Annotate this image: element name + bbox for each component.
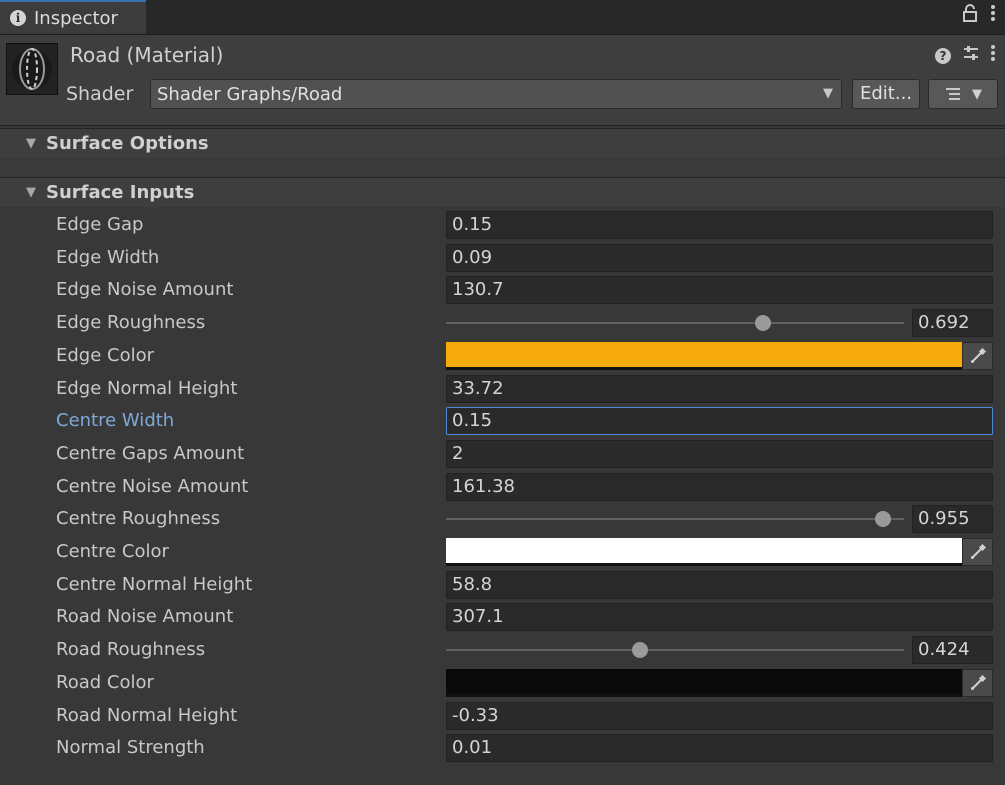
property-label: Centre Normal Height [56,573,253,595]
property-label: Edge Width [56,246,160,268]
road-color-swatch[interactable] [446,668,962,697]
edge-noise-amount-input[interactable]: 130.7 [446,276,993,305]
property-row-centre-width: Centre Width 0.15 [0,405,1005,437]
property-row-edge-gap: Edge Gap 0.15 [0,209,1005,241]
presets-icon[interactable] [963,45,979,66]
road-roughness-slider-track[interactable] [446,649,904,652]
lock-icon[interactable] [963,4,977,27]
material-title: Road (Material) [70,43,224,67]
centre-roughness-slider-track[interactable] [446,518,904,521]
material-header: Road (Material) ? Shader Shader Graphs/R… [0,35,1005,126]
menu-arrow-icon: ▼ [972,86,982,102]
edit-shader-button[interactable]: Edit... [852,79,920,109]
property-label: Road Color [56,671,154,693]
road-roughness-slider-handle[interactable] [632,642,649,659]
property-row-edge-width: Edge Width 0.09 [0,242,1005,274]
shader-label: Shader [66,83,134,105]
centre-roughness-slider-handle[interactable] [875,511,892,528]
tab-inspector[interactable]: i Inspector [0,0,146,34]
dropdown-arrow-icon: ▼ [823,86,833,101]
edge-roughness-slider-track[interactable] [446,322,904,325]
property-label: Road Normal Height [56,704,238,726]
eyedropper-icon[interactable] [962,668,993,697]
centre-roughness-value-input[interactable]: 0.955 [912,505,993,534]
property-label: Road Roughness [56,639,206,661]
shader-dropdown[interactable]: Shader Graphs/Road ▼ [150,79,842,109]
property-label: Centre Roughness [56,508,221,530]
edge-roughness-value-input[interactable]: 0.692 [912,309,993,338]
property-label: Edge Normal Height [56,377,238,399]
centre-gaps-amount-input[interactable]: 2 [446,439,993,468]
help-icon[interactable]: ? [935,47,951,64]
normal-strength-input[interactable]: 0.01 [446,734,993,763]
property-row-edge-normal-height: Edge Normal Height 33.72 [0,373,1005,405]
property-row-edge-color: Edge Color [0,340,1005,372]
edge-width-input[interactable]: 0.09 [446,243,993,272]
centre-noise-amount-input[interactable]: 161.38 [446,472,993,501]
property-label: Edge Noise Amount [56,279,234,301]
property-row-centre-roughness: Centre Roughness 0.955 [0,503,1005,535]
property-label: Centre Gaps Amount [56,442,245,464]
property-row-centre-color: Centre Color [0,536,1005,568]
section-surface-inputs-title: Surface Inputs [46,182,195,203]
property-row-road-normal-height: Road Normal Height -0.33 [0,700,1005,732]
property-row-normal-strength: Normal Strength 0.01 [0,732,1005,764]
tab-bar: i Inspector [0,0,1005,35]
road-roughness-value-input[interactable]: 0.424 [912,636,993,665]
more-options-icon[interactable] [991,4,995,27]
edge-roughness-slider-handle[interactable] [754,315,771,332]
tab-inspector-label: Inspector [34,7,118,29]
property-label: Edge Color [56,344,155,366]
edge-normal-height-input[interactable]: 33.72 [446,374,993,403]
property-row-centre-noise-amount: Centre Noise Amount 161.38 [0,471,1005,503]
property-label: Normal Strength [56,737,205,759]
road-normal-height-input[interactable]: -0.33 [446,701,993,730]
property-label: Centre Noise Amount [56,475,249,497]
property-label: Edge Roughness [56,312,206,334]
property-row-road-noise-amount: Road Noise Amount 307.1 [0,601,1005,633]
property-row-centre-gaps-amount: Centre Gaps Amount 2 [0,438,1005,470]
centre-width-input[interactable]: 0.15 [446,407,993,436]
property-label: Centre Color [56,541,169,562]
property-row-edge-noise-amount: Edge Noise Amount 130.7 [0,274,1005,306]
section-surface-options[interactable]: ▼ Surface Options [0,128,1005,158]
bottom-spacer [0,770,1005,785]
road-noise-amount-input[interactable]: 307.1 [446,603,993,632]
centre-normal-height-input[interactable]: 58.8 [446,570,993,599]
section-spacer [0,158,1005,176]
eyedropper-icon[interactable] [962,341,993,370]
shader-menu-button[interactable]: ▼ [928,79,998,109]
collapse-triangle-icon: ▼ [26,136,36,151]
material-preview-thumbnail [6,43,58,95]
edge-gap-input[interactable]: 0.15 [446,211,993,239]
material-sphere-icon [12,48,52,90]
property-label: Road Noise Amount [56,606,234,628]
shader-dropdown-value: Shader Graphs/Road [157,83,343,105]
collapse-triangle-icon: ▼ [26,185,36,200]
section-surface-options-title: Surface Options [46,133,209,154]
centre-color-swatch[interactable] [446,538,962,566]
header-more-icon[interactable] [991,45,995,66]
property-row-centre-normal-height: Centre Normal Height 58.8 [0,569,1005,601]
property-label: Centre Width [56,410,175,432]
property-row-edge-roughness: Edge Roughness 0.692 [0,307,1005,339]
section-surface-inputs[interactable]: ▼ Surface Inputs [0,177,1005,207]
list-icon [946,88,960,100]
property-row-road-roughness: Road Roughness 0.424 [0,634,1005,666]
property-row-road-color: Road Color [0,667,1005,699]
edge-color-swatch[interactable] [446,341,962,370]
eyedropper-icon[interactable] [962,538,993,566]
info-icon: i [10,10,26,26]
property-label: Edge Gap [56,214,144,235]
